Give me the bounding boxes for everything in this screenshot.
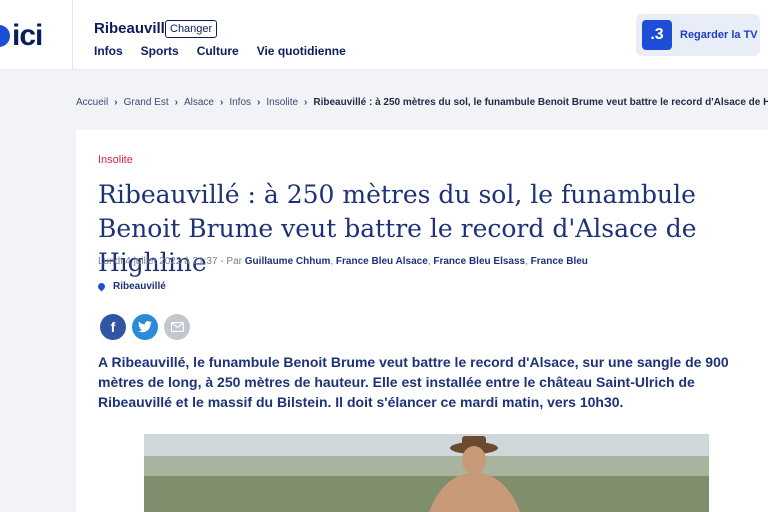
facebook-share-button[interactable]: f [100,314,126,340]
breadcrumb-current: Ribeauvillé : à 250 mètres du sol, le fu… [313,97,768,108]
header-divider [72,0,73,70]
breadcrumb-item-infos[interactable]: Infos [229,97,251,108]
mail-share-button[interactable] [164,314,190,340]
author-link[interactable]: France Bleu Elsass [433,256,525,267]
location-pin-icon [96,281,107,292]
author-link[interactable]: Guillaume Chhum [245,256,331,267]
mail-icon [170,322,184,332]
city-name: Ribeauvillé [94,20,174,37]
breadcrumb: Accueil › Grand Est › Alsace › Infos › I… [76,97,768,108]
nav-item-vie-quotidienne[interactable]: Vie quotidienne [257,44,346,58]
author-link[interactable]: France Bleu [531,256,588,267]
twitter-icon [138,321,152,333]
author-link[interactable]: France Bleu Alsace [336,256,428,267]
breadcrumb-separator-icon: › [219,97,224,108]
watch-tv-label: Regarder la TV [680,29,758,41]
article-lead: A Ribeauvillé, le funambule Benoit Brume… [98,354,729,410]
article-category-tag[interactable]: Insolite [98,154,133,166]
share-buttons: f [100,314,190,340]
site-header: ici Ribeauvillé Changer Infos Sports Cul… [0,0,768,70]
article-card: Insolite Ribeauvillé : à 250 mètres du s… [76,130,768,512]
nav-item-infos[interactable]: Infos [94,44,123,58]
photo-scene [144,434,709,512]
main-nav: Infos Sports Culture Vie quotidienne [94,44,346,58]
france3-logo-icon: .3 [642,20,672,50]
article-byline: Lundi 4 juillet 2022 à 21:37 - Par Guill… [98,256,588,267]
breadcrumb-item-accueil[interactable]: Accueil [76,97,108,108]
breadcrumb-separator-icon: › [174,97,178,108]
watch-tv-button[interactable]: .3 Regarder la TV [636,14,760,56]
location-label: Ribeauvillé [113,281,166,292]
twitter-share-button[interactable] [132,314,158,340]
breadcrumb-separator-icon: › [304,97,308,108]
article-photo[interactable] [144,434,709,512]
logo-text: ici [12,19,43,52]
article-date: Lundi 4 juillet 2022 à 21:37 - Par [98,256,245,267]
breadcrumb-item-alsace[interactable]: Alsace [184,97,214,108]
article-location[interactable]: Ribeauvillé [96,281,166,292]
nav-item-sports[interactable]: Sports [141,44,179,58]
breadcrumb-separator-icon: › [257,97,261,108]
facebook-icon: f [110,319,116,335]
breadcrumb-separator-icon: › [114,97,118,108]
logo-dot-icon [0,25,10,47]
breadcrumb-item-insolite[interactable]: Insolite [266,97,298,108]
nav-item-culture[interactable]: Culture [197,44,239,58]
breadcrumb-item-grand-est[interactable]: Grand Est [124,97,169,108]
site-logo[interactable]: ici [0,19,43,52]
change-city-button[interactable]: Changer [165,20,218,38]
